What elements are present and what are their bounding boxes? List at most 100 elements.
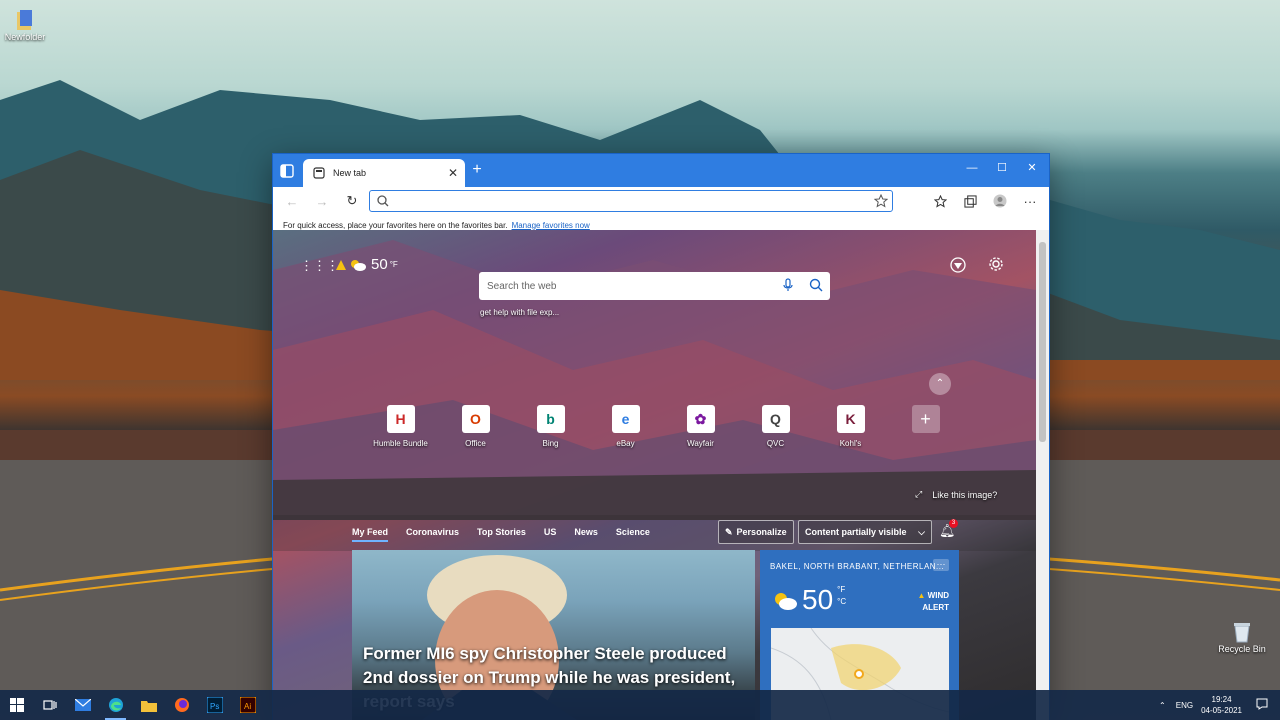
illustrator-icon[interactable]: Ai xyxy=(231,690,264,720)
minimize-button[interactable]: — xyxy=(957,158,987,178)
warning-icon: ▲ xyxy=(917,591,926,600)
search-suggestion[interactable]: get help with file exp... xyxy=(480,308,559,317)
new-tab-button[interactable]: + xyxy=(469,162,485,178)
quick-link-kohls[interactable]: K Kohl's xyxy=(813,405,888,448)
expand-icon: ⤢ xyxy=(915,489,923,499)
quick-link-office[interactable]: O Office xyxy=(438,405,513,448)
desktop-icon-recycle-bin[interactable]: Recycle Bin xyxy=(1212,620,1272,654)
file-explorer-icon[interactable] xyxy=(132,690,165,720)
feed-tab-coronavirus[interactable]: Coronavirus xyxy=(406,527,459,542)
weather-card-more-button[interactable]: ··· xyxy=(933,559,949,571)
like-image-label: Like this image? xyxy=(932,489,998,500)
office-icon: O xyxy=(461,405,490,433)
chevron-down-icon: ⌵ xyxy=(918,526,925,537)
desktop-icon-newfolder[interactable]: Newfolder xyxy=(0,8,55,42)
quick-link-label: Office xyxy=(465,439,486,448)
tab-actions-icon[interactable] xyxy=(279,163,295,179)
start-button[interactable] xyxy=(0,690,33,720)
alert-line-1: WIND xyxy=(927,591,949,600)
feed-tabs: My Feed Coronavirus Top Stories US News … xyxy=(352,527,668,542)
firefox-icon[interactable] xyxy=(165,690,198,720)
address-input[interactable] xyxy=(394,192,874,210)
quick-link-ebay[interactable]: e eBay xyxy=(588,405,663,448)
kohls-icon: K xyxy=(836,405,865,433)
address-bar[interactable] xyxy=(369,190,893,212)
plus-icon: + xyxy=(911,405,940,433)
maximize-button[interactable]: ☐ xyxy=(987,158,1017,178)
apps-launcher-icon[interactable]: ⋮⋮⋮ xyxy=(300,258,339,273)
quick-link-qvc[interactable]: Q QVC xyxy=(738,405,813,448)
search-submit-icon[interactable] xyxy=(802,278,830,295)
feed-tab-my-feed[interactable]: My Feed xyxy=(352,527,389,542)
clock-date: 04-05-2021 xyxy=(1201,706,1242,715)
add-favorite-icon[interactable] xyxy=(874,194,888,208)
wind-alert[interactable]: ▲ WIND ALERT xyxy=(918,590,949,614)
weather-mini-unit: °F xyxy=(389,260,398,269)
title-bar: New tab ✕ + — ☐ ✕ xyxy=(273,154,1049,187)
unit-celsius[interactable]: °C xyxy=(837,596,846,608)
quick-links: H Humble Bundle O Office b Bing e eBay ✿… xyxy=(363,405,963,448)
weather-temp-value: 50 xyxy=(802,584,834,615)
feed-tab-science[interactable]: Science xyxy=(616,527,650,542)
rewards-icon[interactable] xyxy=(949,256,967,274)
quick-link-bing[interactable]: b Bing xyxy=(513,405,588,448)
visibility-label: Content partially visible xyxy=(805,527,907,537)
search-icon xyxy=(377,195,389,207)
feed-tab-top-stories[interactable]: Top Stories xyxy=(477,527,526,542)
toolbar: ← → ↻ ··· xyxy=(273,187,1049,215)
mail-icon[interactable] xyxy=(66,690,99,720)
forward-button[interactable]: → xyxy=(307,188,337,214)
collections-icon[interactable] xyxy=(955,188,985,214)
weather-widget-mini[interactable]: 50 °F xyxy=(335,256,398,273)
manage-favorites-link[interactable]: Manage favorites now xyxy=(512,221,590,230)
pencil-icon: ✎ xyxy=(725,526,733,537)
new-tab-page: ⋮⋮⋮ 50°F Search the web get help with fi… xyxy=(273,230,1036,720)
clock[interactable]: 19:24 04-05-2021 xyxy=(1201,694,1242,716)
task-view-icon[interactable] xyxy=(33,690,66,720)
qvc-icon: Q xyxy=(761,405,790,433)
web-search-box[interactable]: Search the web xyxy=(479,272,830,300)
quick-link-wayfair[interactable]: ✿ Wayfair xyxy=(663,405,738,448)
tab-close-icon[interactable]: ✕ xyxy=(445,166,461,180)
edge-browser-icon[interactable] xyxy=(99,690,132,720)
settings-more-button[interactable]: ··· xyxy=(1015,188,1045,214)
desktop-icon-label: Newfolder xyxy=(4,32,46,42)
quick-link-humble-bundle[interactable]: H Humble Bundle xyxy=(363,405,438,448)
unit-fahrenheit[interactable]: °F xyxy=(837,584,846,596)
microphone-icon[interactable] xyxy=(774,277,802,295)
language-indicator[interactable]: ENG xyxy=(1176,701,1193,710)
favorites-icon[interactable] xyxy=(925,188,955,214)
taskbar: Ps Ai ⌃ ENG 19:24 04-05-2021 xyxy=(0,690,1280,720)
search-placeholder: Search the web xyxy=(487,280,557,292)
like-this-image[interactable]: ⤢ Like this image? xyxy=(915,489,997,500)
action-center-icon[interactable] xyxy=(1256,698,1268,712)
close-window-button[interactable]: ✕ xyxy=(1017,158,1047,178)
tray-overflow-chevron-icon[interactable]: ⌃ xyxy=(1159,701,1166,710)
content-visibility-dropdown[interactable]: Content partially visible ⌵ xyxy=(798,520,932,544)
desktop-icon-label: Recycle Bin xyxy=(1218,644,1266,654)
tab-new-tab[interactable]: New tab ✕ xyxy=(303,159,465,187)
refresh-button[interactable]: ↻ xyxy=(337,188,367,214)
profile-avatar[interactable] xyxy=(985,188,1015,214)
quick-link-label: Kohl's xyxy=(839,439,862,448)
scrollbar-thumb[interactable] xyxy=(1039,242,1046,442)
add-quick-link-button[interactable]: + xyxy=(888,405,963,448)
personalize-button[interactable]: ✎ Personalize xyxy=(718,520,794,544)
collapse-quick-links-button[interactable]: ⌃ xyxy=(929,373,951,395)
photoshop-icon[interactable]: Ps xyxy=(198,690,231,720)
feed-tab-us[interactable]: US xyxy=(544,527,557,542)
page-settings-gear-icon[interactable] xyxy=(987,256,1005,274)
notification-badge: 3 xyxy=(949,519,958,528)
feed-nav-bar: My Feed Coronavirus Top Stories US News … xyxy=(273,515,1036,551)
notifications-bell-icon[interactable]: 🔔︎ 3 xyxy=(939,519,958,539)
page-scrollbar[interactable] xyxy=(1036,230,1049,720)
back-button[interactable]: ← xyxy=(277,188,307,214)
quick-link-label: Humble Bundle xyxy=(373,439,428,448)
alert-line-2: ALERT xyxy=(922,603,949,612)
clock-time: 19:24 xyxy=(1211,695,1232,704)
partly-cloudy-icon xyxy=(775,593,797,610)
warning-icon xyxy=(336,259,346,270)
favorites-bar-hint: For quick access, place your favorites h… xyxy=(283,220,508,230)
weather-location: BAKEL, NORTH BRABANT, NETHERLAN... xyxy=(770,562,945,571)
feed-tab-news[interactable]: News xyxy=(574,527,598,542)
